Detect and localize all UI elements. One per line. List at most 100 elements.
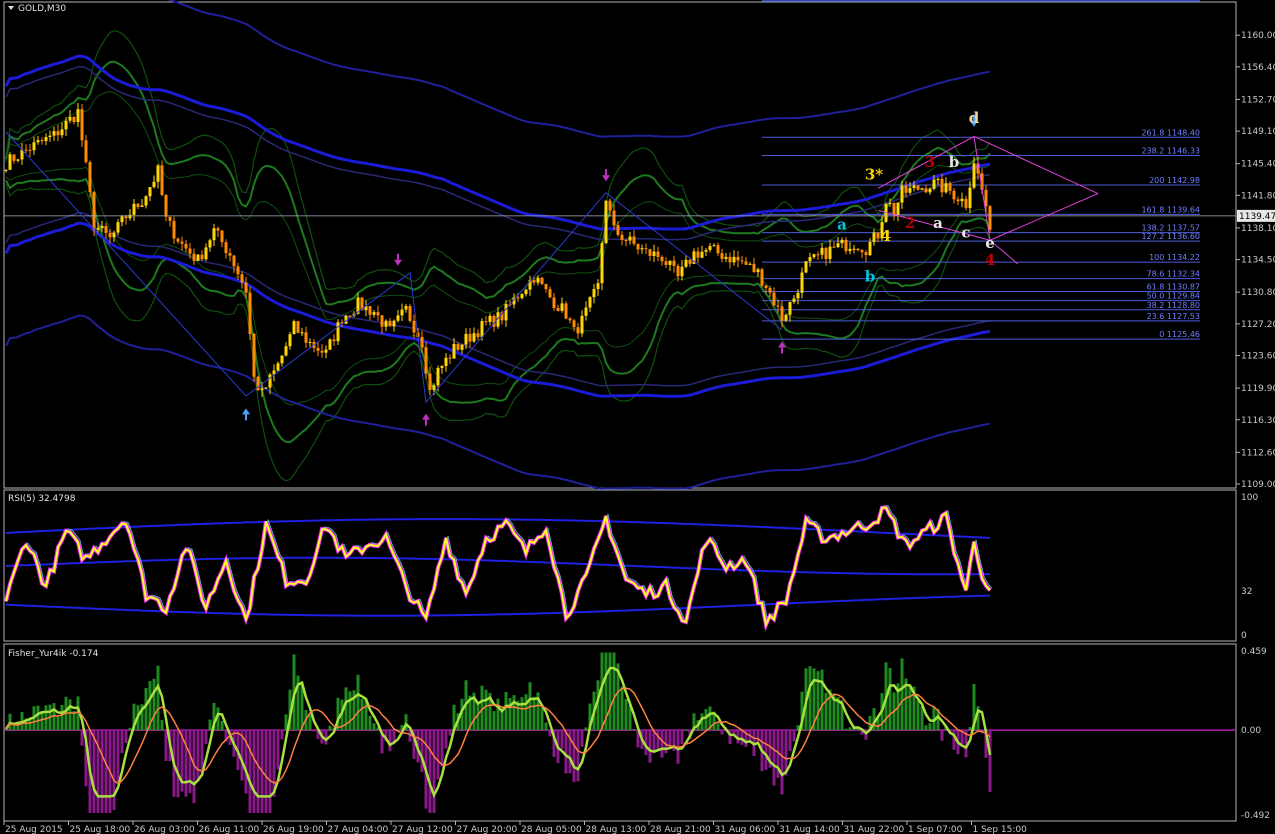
fisher-bar bbox=[276, 730, 280, 770]
candle-body bbox=[372, 312, 376, 315]
candle-body bbox=[288, 334, 292, 347]
fisher-bar bbox=[160, 720, 164, 731]
fib-label-50.0: 50.0 1129.84 bbox=[1147, 292, 1200, 301]
chart-svg: 261.8 1148.40 238.2 1146.33 200 1142.98 161… bbox=[3, 0, 1275, 834]
candle-body bbox=[440, 366, 444, 368]
candle-body bbox=[452, 343, 456, 359]
dropdown-triangle-icon[interactable] bbox=[8, 6, 14, 10]
candle-body bbox=[264, 387, 268, 389]
candle-body bbox=[184, 243, 188, 249]
candle-body bbox=[636, 243, 640, 250]
candle-body bbox=[544, 284, 548, 290]
fisher-bar bbox=[492, 711, 496, 731]
candle-body bbox=[384, 320, 388, 327]
wave-label: 2 bbox=[905, 214, 915, 232]
fisher-bar bbox=[256, 730, 260, 813]
candle-body bbox=[932, 179, 936, 189]
time-tick-label: 26 Aug 03:00 bbox=[134, 825, 195, 834]
candle-body bbox=[212, 228, 216, 241]
fisher-bar bbox=[92, 730, 96, 813]
candle-body bbox=[84, 140, 88, 163]
candle-body bbox=[260, 388, 264, 391]
candle-body bbox=[916, 185, 920, 190]
candle-body bbox=[700, 251, 704, 258]
candle-body bbox=[328, 339, 332, 350]
candle-body bbox=[860, 250, 864, 253]
candle-body bbox=[616, 225, 620, 235]
time-tick-label: 1 Sep 07:00 bbox=[908, 825, 963, 834]
candle-body bbox=[56, 131, 60, 136]
candle-body bbox=[408, 306, 412, 321]
candle-body bbox=[956, 199, 960, 202]
fisher-bar bbox=[780, 730, 784, 795]
candle-body bbox=[412, 320, 416, 333]
candle-body bbox=[468, 333, 472, 342]
fisher-bar bbox=[188, 730, 192, 794]
candle-body bbox=[564, 303, 568, 319]
candle-body bbox=[740, 260, 744, 262]
fisher-bar bbox=[36, 705, 40, 731]
candle-body bbox=[660, 256, 664, 262]
candle-body bbox=[168, 216, 172, 221]
fisher-bar bbox=[540, 707, 544, 731]
candle-body bbox=[448, 357, 452, 359]
candle-body bbox=[488, 315, 492, 322]
fisher-bar bbox=[940, 730, 944, 741]
fib-label-78.6: 78.6 1132.34 bbox=[1147, 270, 1200, 279]
candle-body bbox=[552, 297, 556, 308]
candle-body bbox=[596, 283, 600, 290]
fisher-bar bbox=[116, 730, 120, 784]
candle-body bbox=[244, 282, 248, 293]
outer-band-upper bbox=[166, 0, 991, 138]
candle-body bbox=[164, 194, 168, 217]
candle-body bbox=[948, 183, 952, 191]
fisher-bar bbox=[968, 727, 972, 731]
candle-body bbox=[708, 246, 712, 250]
candle-body bbox=[52, 131, 56, 136]
fib-label-23.6: 23.6 1127.53 bbox=[1147, 312, 1200, 321]
candle-body bbox=[540, 277, 544, 285]
arrow-down-icon bbox=[602, 169, 610, 182]
candle-body bbox=[752, 263, 756, 273]
fisher-bar bbox=[720, 730, 724, 735]
candle-body bbox=[16, 159, 20, 161]
candle-body bbox=[620, 234, 624, 241]
candle-body bbox=[720, 253, 724, 259]
arrow-up-icon bbox=[422, 413, 430, 426]
candle-body bbox=[768, 287, 772, 293]
candle-body bbox=[560, 303, 564, 311]
candle-body bbox=[824, 247, 828, 260]
candle-body bbox=[248, 292, 252, 334]
candle-body bbox=[128, 214, 132, 219]
candle-body bbox=[856, 248, 860, 251]
fisher-bar bbox=[428, 730, 432, 813]
wave-label: 4 bbox=[985, 251, 995, 269]
candle-body bbox=[176, 238, 180, 242]
fisher-bar bbox=[280, 730, 284, 740]
candle-body bbox=[96, 227, 100, 230]
candle-body bbox=[832, 246, 836, 248]
fisher-bar bbox=[908, 686, 912, 731]
time-tick-label: 27 Aug 04:00 bbox=[328, 825, 389, 834]
candle-body bbox=[316, 347, 320, 351]
fisher-bar bbox=[808, 666, 812, 731]
wave-label: c bbox=[961, 224, 970, 242]
candle-body bbox=[464, 333, 468, 345]
fisher-bar bbox=[152, 678, 156, 731]
wave-label: a bbox=[933, 214, 943, 232]
candle-body bbox=[848, 248, 852, 252]
candle-body bbox=[676, 265, 680, 277]
fisher-bar bbox=[252, 730, 256, 813]
fisher-bar bbox=[436, 730, 440, 780]
fisher-bar bbox=[740, 730, 744, 745]
candle-body bbox=[268, 374, 272, 388]
candle-body bbox=[136, 203, 140, 207]
candle-body bbox=[396, 315, 400, 321]
candle-body bbox=[368, 306, 372, 315]
fisher-bar bbox=[80, 730, 84, 746]
fisher-bar bbox=[824, 692, 828, 731]
time-tick-label: 31 Aug 14:00 bbox=[779, 825, 840, 834]
fisher-bar bbox=[128, 727, 132, 731]
time-tick-label: 28 Aug 21:00 bbox=[650, 825, 711, 834]
wave-label: b bbox=[949, 153, 960, 171]
